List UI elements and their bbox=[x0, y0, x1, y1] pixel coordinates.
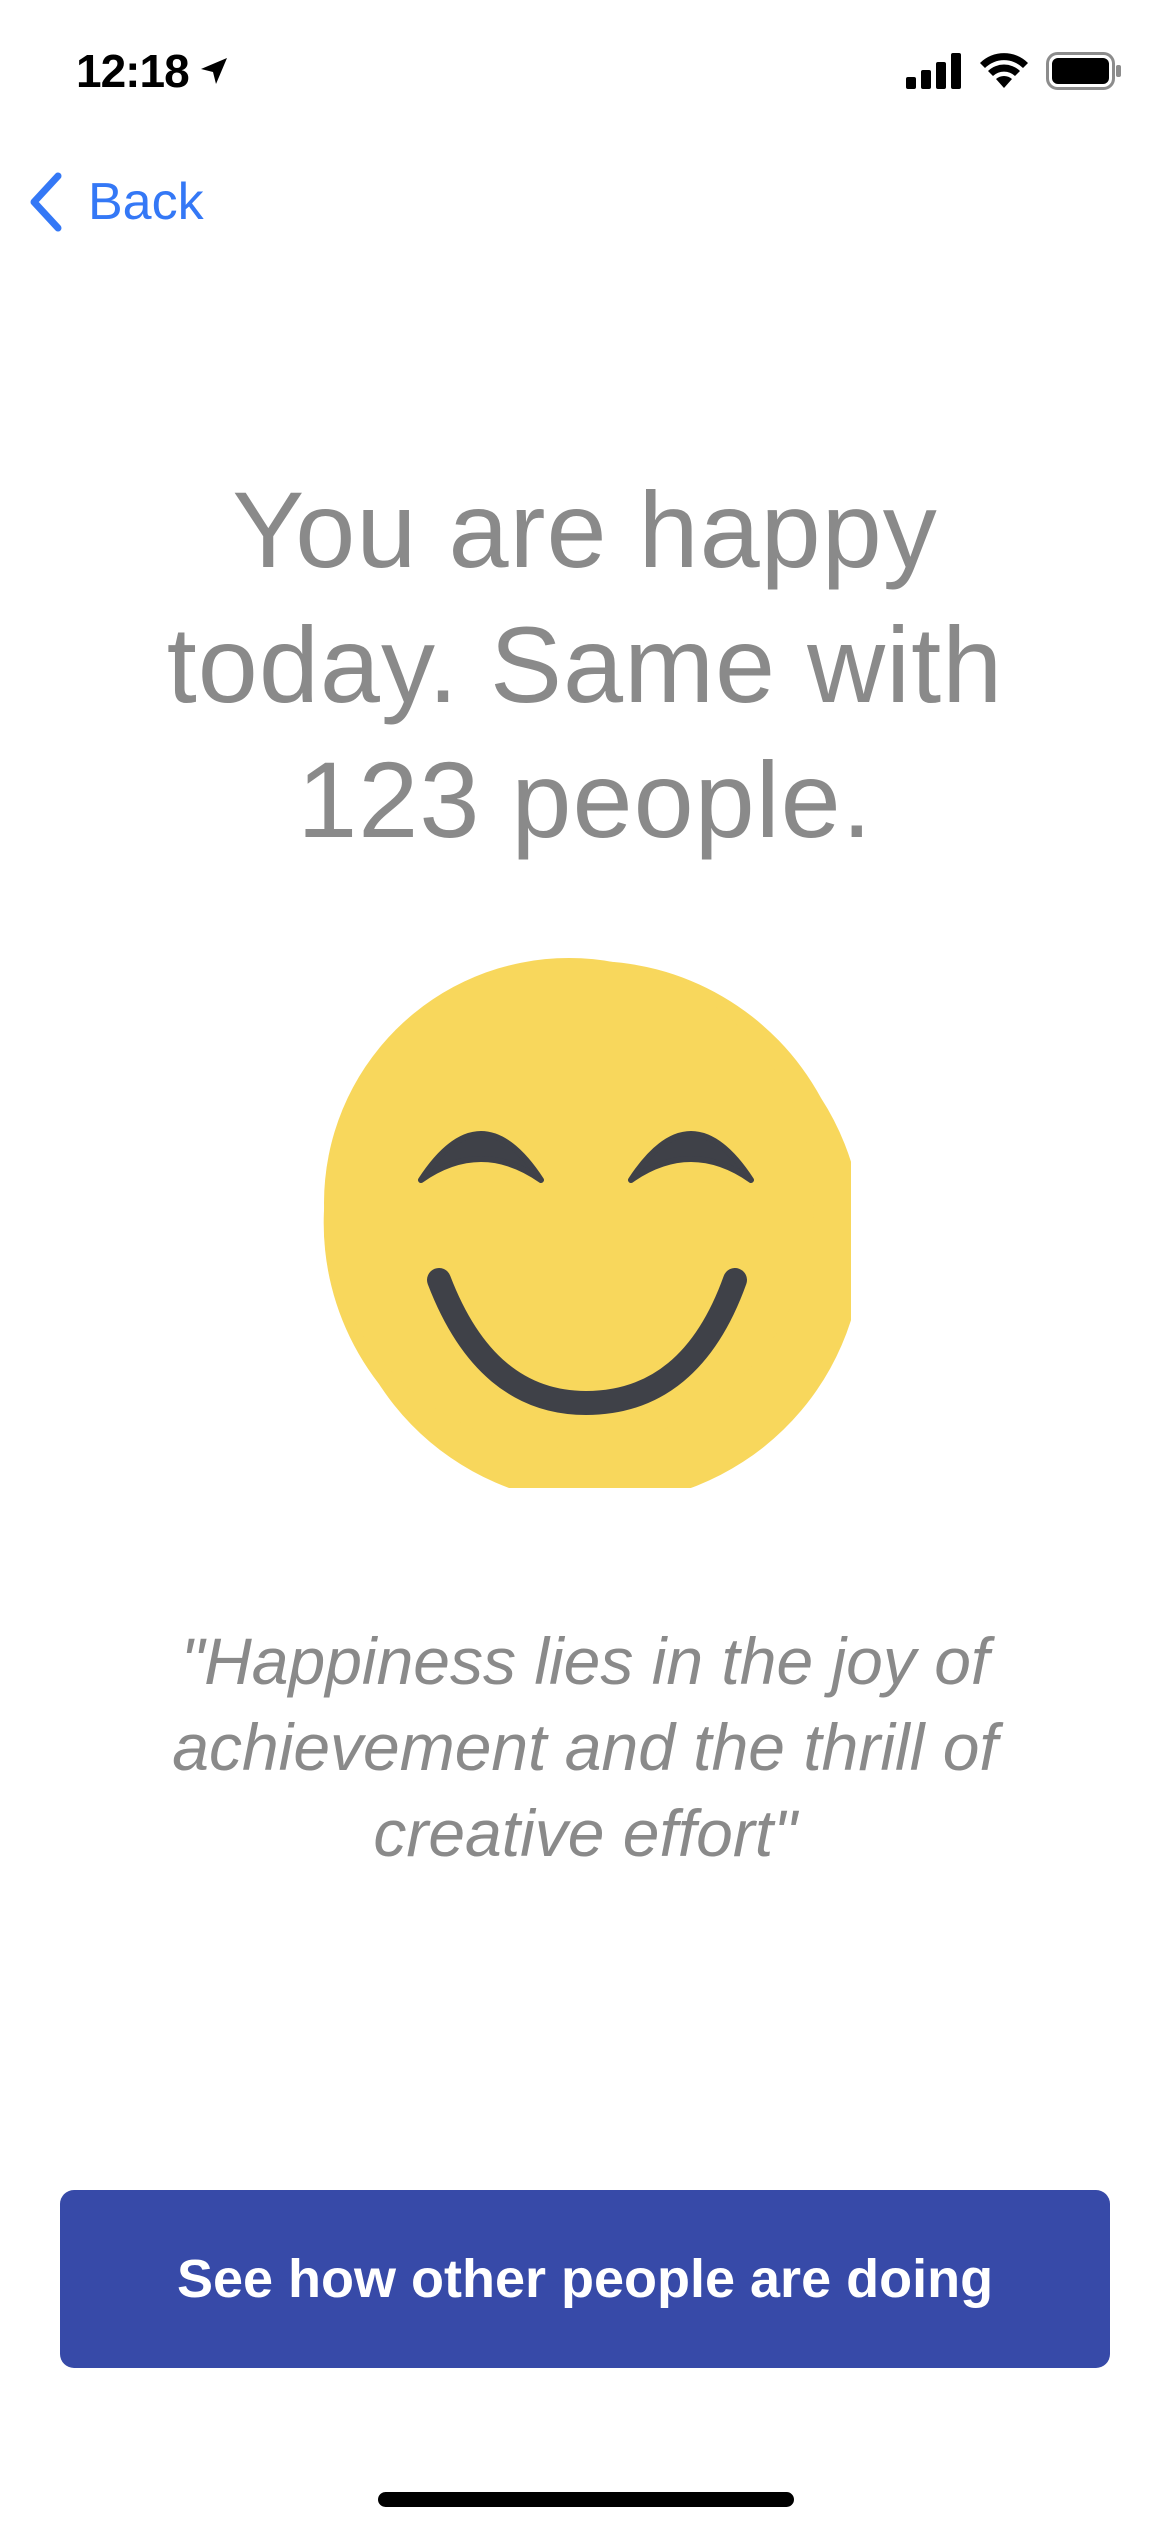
headline-line: 123 people. bbox=[297, 739, 873, 860]
headline-line: You are happy bbox=[232, 469, 938, 590]
chevron-left-icon bbox=[30, 172, 62, 232]
status-icons bbox=[906, 52, 1122, 90]
back-button[interactable]: Back bbox=[26, 172, 204, 232]
status-time: 12:18 bbox=[76, 44, 229, 98]
back-button-label: Back bbox=[88, 173, 204, 231]
cellular-signal-icon bbox=[906, 53, 961, 89]
quote-line: achievement and the thrill of bbox=[172, 1710, 998, 1784]
smiling-face-icon bbox=[323, 958, 851, 1488]
status-bar: 12:18 bbox=[0, 0, 1170, 140]
quote-line: "Happiness lies in the joy of bbox=[180, 1624, 990, 1698]
quote-text: "Happiness lies in the joy of achievemen… bbox=[85, 1618, 1085, 1876]
location-arrow-icon bbox=[200, 58, 227, 84]
headline-line: today. Same with bbox=[166, 604, 1004, 725]
see-others-button[interactable]: See how other people are doing bbox=[60, 2190, 1110, 2368]
wifi-icon bbox=[980, 53, 1028, 88]
battery-icon bbox=[1046, 52, 1121, 90]
mood-headline: You are happy today. Same with 123 peopl… bbox=[85, 462, 1085, 867]
home-indicator[interactable] bbox=[378, 2492, 794, 2507]
quote-line: creative effort" bbox=[373, 1796, 797, 1870]
status-time-label: 12:18 bbox=[76, 45, 190, 97]
